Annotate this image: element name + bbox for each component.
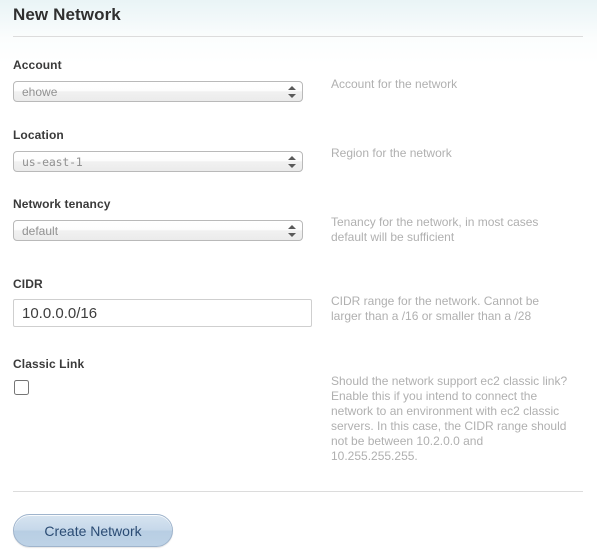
account-select[interactable]: ehowe bbox=[13, 81, 303, 102]
classic-link-checkbox[interactable] bbox=[14, 380, 29, 395]
tenancy-label: Network tenancy bbox=[13, 197, 111, 211]
account-help-text: Account for the network bbox=[331, 77, 458, 91]
new-network-form-page: New Network Account ehowe Account for th… bbox=[0, 0, 597, 559]
location-select-value: us-east-1 bbox=[22, 155, 83, 169]
account-select-value: ehowe bbox=[22, 85, 58, 99]
account-label: Account bbox=[13, 58, 62, 72]
tenancy-select[interactable]: default bbox=[13, 220, 303, 241]
cidr-input[interactable] bbox=[13, 299, 312, 327]
chevron-updown-icon bbox=[288, 224, 297, 239]
header-divider bbox=[13, 36, 583, 37]
tenancy-help-text: Tenancy for the network, in most cases d… bbox=[331, 215, 539, 244]
chevron-updown-icon bbox=[288, 85, 297, 100]
chevron-updown-icon bbox=[288, 155, 297, 170]
location-help-text: Region for the network bbox=[331, 146, 452, 160]
location-select[interactable]: us-east-1 bbox=[13, 151, 303, 172]
footer-divider bbox=[13, 491, 583, 492]
cidr-label: CIDR bbox=[13, 277, 43, 291]
classic-link-help-text: Should the network support ec2 classic l… bbox=[331, 374, 568, 463]
classic-link-label: Classic Link bbox=[13, 357, 85, 371]
location-label: Location bbox=[13, 128, 64, 142]
create-network-button[interactable]: Create Network bbox=[13, 514, 173, 547]
cidr-help-text: CIDR range for the network. Cannot be la… bbox=[331, 294, 540, 323]
page-title: New Network bbox=[13, 5, 121, 24]
tenancy-select-value: default bbox=[22, 224, 59, 238]
